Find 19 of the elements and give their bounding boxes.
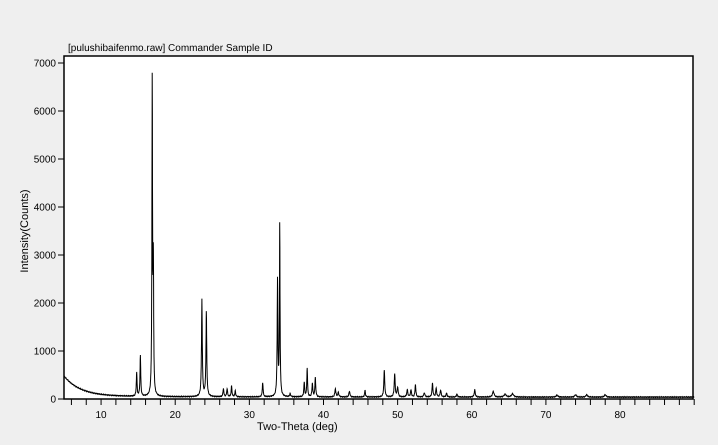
y-axis-title: Intensity(Counts)	[19, 189, 31, 273]
y-tick-label: 3000	[34, 250, 56, 262]
y-tick-label: 2000	[34, 298, 56, 310]
x-axis-title: Two-Theta (deg)	[257, 421, 338, 433]
x-tick-label: 80	[614, 410, 626, 421]
x-tick-label: 60	[466, 410, 478, 421]
y-tick-label: 6000	[34, 106, 56, 118]
x-tick-label: 40	[318, 410, 330, 421]
y-tick-label: 4000	[34, 202, 56, 214]
chart-title: [pulushibaifenmo.raw] Commander Sample ID	[68, 43, 273, 54]
x-tick-label: 20	[170, 410, 181, 421]
x-tick-label: 50	[392, 410, 404, 421]
x-tick-label: 70	[540, 410, 552, 421]
y-tick-label: 0	[50, 394, 56, 406]
y-tick-label: 1000	[34, 346, 56, 358]
x-tick-label: 30	[244, 410, 255, 421]
y-tick-label: 7000	[34, 58, 56, 70]
x-tick-label: 10	[96, 410, 107, 421]
y-tick-label: 5000	[34, 154, 56, 166]
